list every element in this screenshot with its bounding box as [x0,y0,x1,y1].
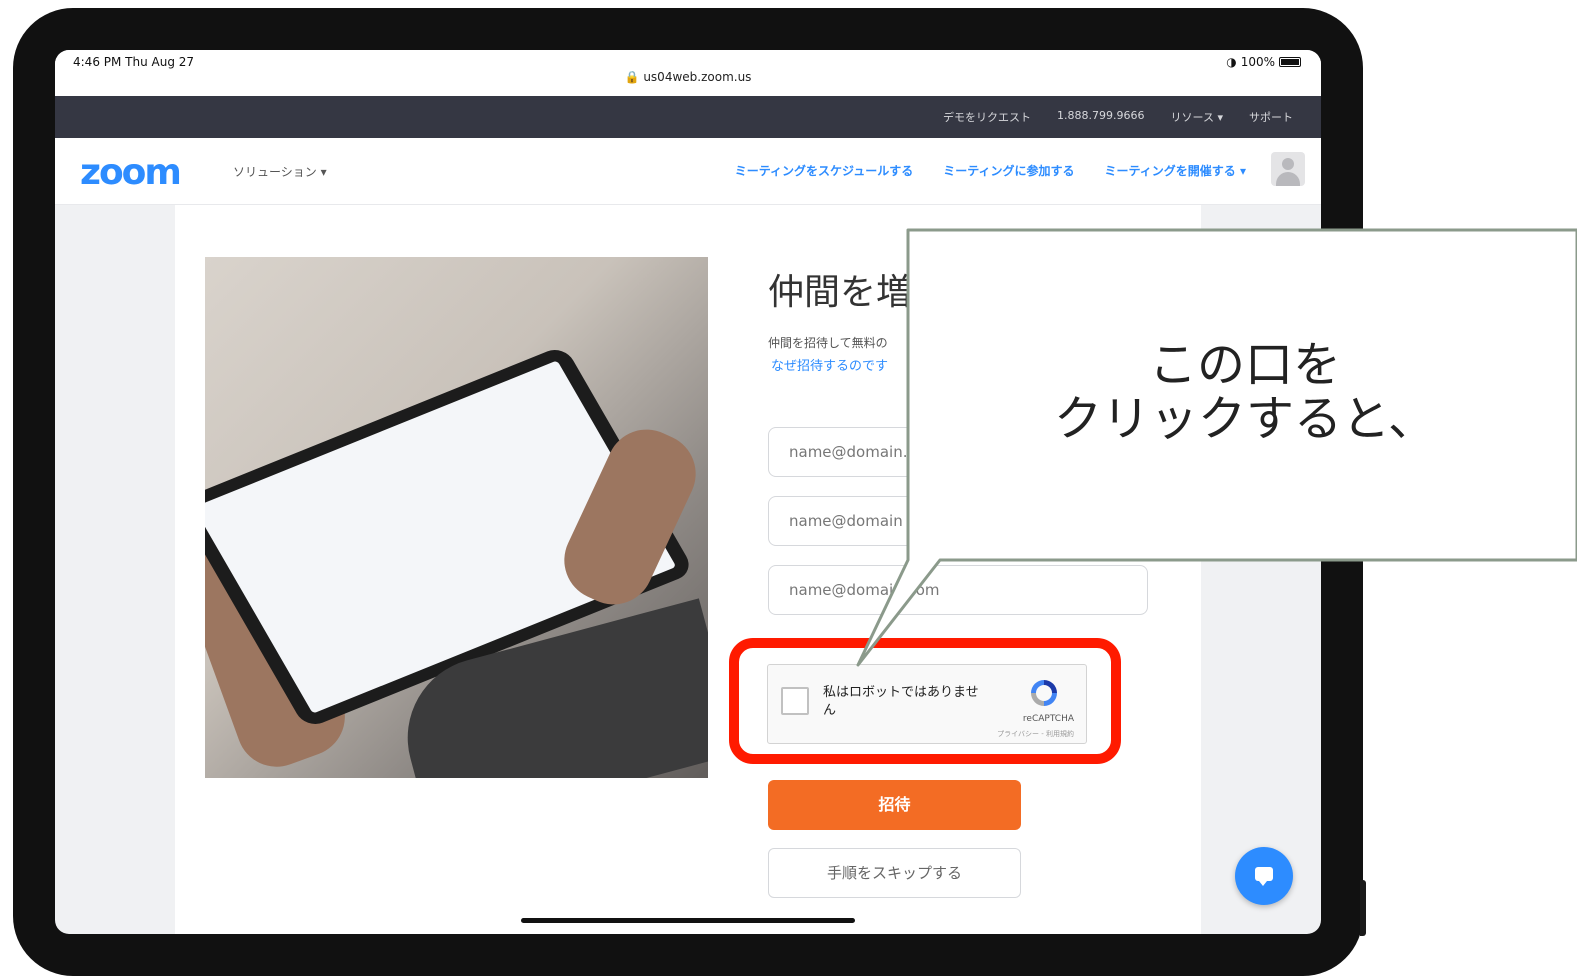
callout-bubble [856,228,1577,667]
callout-line-1: この口を [1148,337,1341,393]
callout-text: この口を クリックすると、 [1000,338,1490,446]
callout-line-2: クリックすると、 [1053,391,1437,447]
